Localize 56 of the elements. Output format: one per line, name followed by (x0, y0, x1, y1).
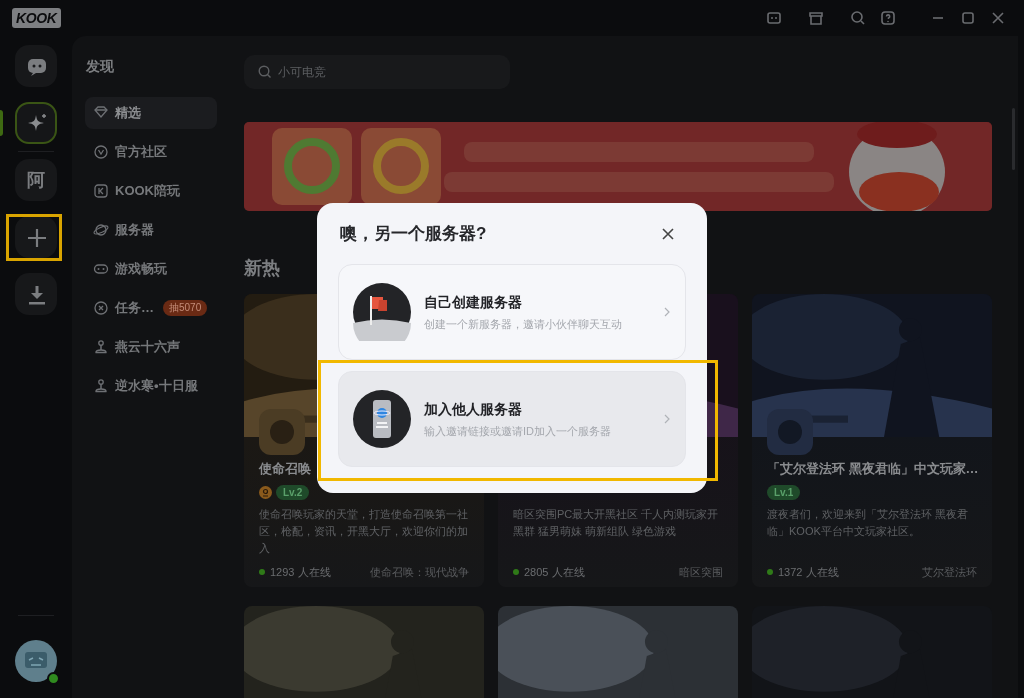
nav-label[interactable]: 官方社区 (115, 142, 167, 162)
game-tag: 使命召唤：现代战争 (370, 564, 469, 581)
circle-icon (93, 300, 109, 316)
server-button[interactable]: 阿 (15, 159, 57, 201)
close-icon[interactable] (990, 10, 1006, 26)
nav-label[interactable]: 逆水寒•十日服 (115, 376, 198, 396)
dialog-title: 噢，另一个服务器? (340, 223, 488, 246)
joystick-icon (93, 378, 109, 394)
avatar[interactable] (15, 640, 57, 682)
nav-label[interactable]: 燕云十六声 (115, 337, 180, 357)
joystick-icon (93, 339, 109, 355)
search-icon[interactable] (850, 10, 866, 26)
chat-icon[interactable] (766, 10, 782, 26)
store-icon[interactable] (808, 10, 824, 26)
maximize-icon[interactable] (960, 10, 976, 26)
square-icon (93, 183, 109, 199)
search-field[interactable]: 小可电竞 (244, 55, 510, 89)
nav-label[interactable]: 任务… (115, 298, 154, 318)
online-count: 1293 人在线 (270, 565, 331, 580)
section-title: 新热 (244, 257, 281, 280)
chevron-icon (663, 306, 671, 318)
game-tag: 暗区突围 (679, 564, 723, 581)
online-count: 2805 人在线 (524, 565, 585, 580)
card-description: 渡夜者们，欢迎来到「艾尔登法环 黑夜君临」KOOK平台中文玩家社区。 (767, 507, 970, 539)
level-badge: Lv.2 (276, 484, 310, 500)
nav-label[interactable]: 服务器 (115, 220, 154, 240)
ticket-drawing (353, 390, 411, 448)
nav-label[interactable]: 精选 (115, 103, 141, 123)
close-icon (660, 226, 676, 242)
close-button[interactable] (660, 226, 676, 242)
level-badge: Lv.1 (767, 484, 801, 500)
online-count: 1372 人在线 (778, 565, 839, 580)
planet-icon (93, 222, 109, 238)
circle-icon (93, 144, 109, 160)
server-icon (259, 409, 305, 455)
card-description: 暗区突围PC最大开黑社区 千人内测玩家开黑群 猛男萌妹 萌新组队 绿色游戏 (513, 507, 720, 539)
card-title: 使命召唤 (259, 460, 312, 478)
nav-label[interactable]: KOOK陪玩 (115, 181, 180, 201)
discover-button[interactable] (15, 102, 57, 144)
search-icon (258, 65, 272, 79)
download-button[interactable] (15, 273, 57, 315)
card-title: 「艾尔登法环 黑夜君临」中文玩家… (767, 460, 977, 478)
section-title: 发现 (86, 57, 115, 76)
messages-button[interactable] (15, 45, 57, 87)
chevron-icon (663, 413, 671, 425)
promo-badge: 抽5070 (163, 300, 208, 316)
game-tag: 艾尔登法环 (922, 564, 977, 581)
plus-icon (25, 226, 47, 248)
server-card[interactable]: 「艾尔登法环 黑夜君临」中文玩家… Lv.1 渡夜者们，欢迎来到「艾尔登法环 黑夜君临」KOOK平台中文玩家社区。 1372 人在线 艾尔登法环 (752, 294, 992, 587)
add-server-button[interactable] (15, 216, 57, 258)
server-icon (767, 409, 813, 455)
help-icon[interactable] (880, 10, 896, 26)
flag-drawing (353, 283, 411, 341)
gamepad-icon (93, 261, 109, 277)
app-logo: KOOK (12, 8, 61, 28)
nav-label[interactable]: 游戏畅玩 (115, 259, 167, 279)
